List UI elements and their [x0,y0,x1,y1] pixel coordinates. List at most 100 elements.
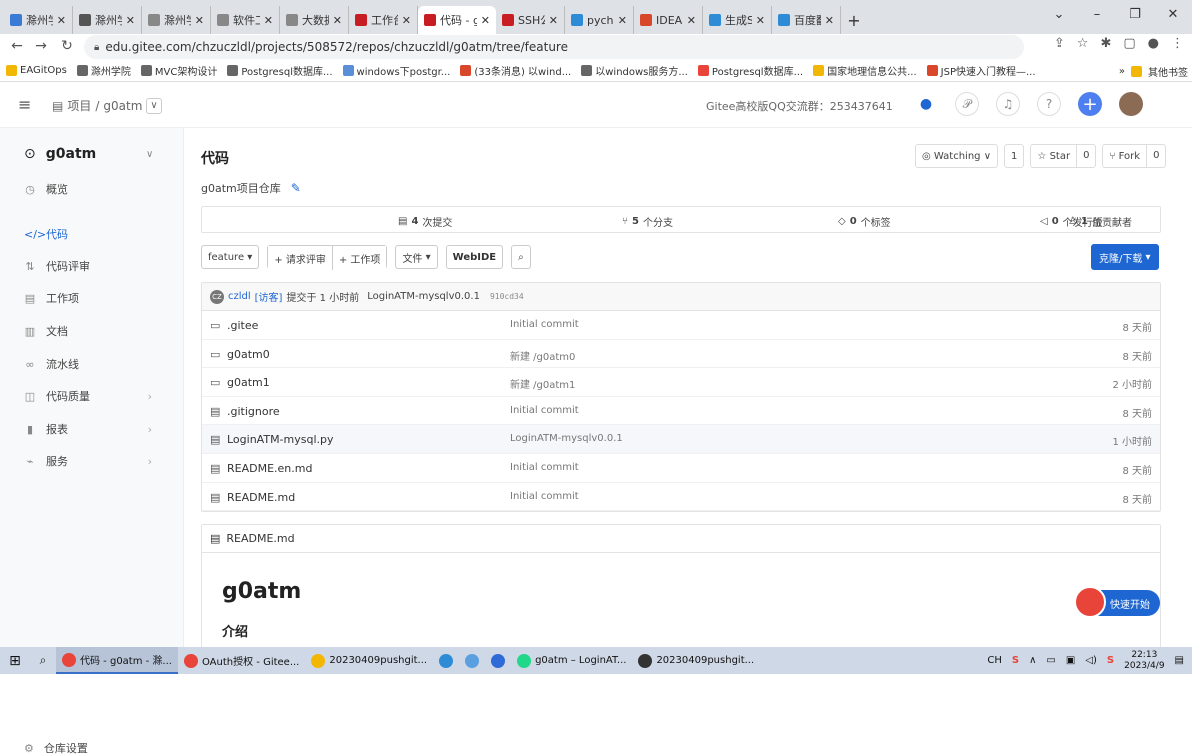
file-menu-button[interactable]: 文件 ▾ [395,245,438,269]
commit-author-avatar[interactable]: CZ [210,289,224,304]
sidebar-item[interactable]: ⇅ 代码评审 [24,256,174,276]
file-name[interactable]: .gitignore [227,405,280,418]
file-commit-message[interactable]: Initial commit [510,491,579,502]
system-clock[interactable]: 22:13 2023/4/9 [1124,650,1164,672]
file-name[interactable]: LoginATM-mysql.py [227,433,334,446]
tab-close-icon[interactable]: ✕ [402,14,411,27]
sidebar-item[interactable]: ◫ 代码质量 › [24,386,174,406]
other-bookmarks-button[interactable]: 其他书签 [1148,64,1188,79]
stat-contributors[interactable]: ♙ 1 位贡献者 [1068,214,1132,229]
tab-close-icon[interactable]: ✕ [195,14,204,27]
bookmark-item[interactable]: 滁州学院 [76,63,131,78]
file-commit-message[interactable]: LoginATM-mysqlv0.0.1 [510,433,623,444]
browser-tab[interactable]: 大数据可 ✕ [280,6,349,34]
bookmark-item[interactable]: (33条消息) 以wind... [460,63,571,78]
bookmark-item[interactable]: Postgresql数据库... [227,63,333,78]
file-commit-message[interactable]: Initial commit [510,405,579,416]
browser-tab[interactable]: 工作台 ✕ [349,6,418,34]
watching-button[interactable]: ◎ Watching ∨ [915,144,999,168]
browser-tab[interactable]: 软件工程 ✕ [211,6,280,34]
file-name[interactable]: README.md [227,491,295,504]
commit-author[interactable]: czldl [228,291,251,302]
tab-close-icon[interactable]: ✕ [549,14,558,27]
file-name[interactable]: g0atm0 [227,348,270,361]
webide-button[interactable]: WebIDE [445,245,504,269]
ime-indicator[interactable]: CH [987,655,1002,666]
file-name[interactable]: README.en.md [227,462,312,475]
fork-button[interactable]: ⑂ Fork 0 [1102,144,1167,168]
hamburger-menu-icon[interactable]: ≡ [18,95,31,114]
tab-close-icon[interactable]: ✕ [57,14,66,27]
sidebar-item[interactable]: ▮ 报表 › [24,419,174,439]
file-row[interactable]: ▤ README.md Initial commit 8 天前 [202,483,1160,512]
bookmark-item[interactable]: Postgresql数据库... [697,63,803,78]
sogou-tray-icon[interactable]: S [1107,655,1114,666]
browser-tab[interactable]: 滁州学院 ✕ [4,6,73,34]
browser-tab[interactable]: 生成SSH ✕ [703,6,772,34]
user-avatar[interactable] [1119,92,1143,116]
browser-tab[interactable]: 滁州学院 ✕ [73,6,142,34]
notifications-icon[interactable]: ▤ [1175,655,1184,666]
commit-message[interactable]: LoginATM-mysqlv0.0.1 [367,291,480,302]
file-row[interactable]: ▭ g0atm0 新建 /g0atm0 8 天前 [202,340,1160,369]
file-name[interactable]: g0atm1 [227,376,270,389]
taskbar-search-icon[interactable]: ⌕ [30,653,56,668]
taskbar-app[interactable] [485,647,511,674]
bookmark-item[interactable]: 国家地理信息公共... [813,63,917,78]
bookmark-star-icon[interactable]: ☆ [1077,36,1089,51]
file-row[interactable]: ▤ LoginATM-mysql.py LoginATM-mysqlv0.0.1 1 … [202,425,1160,454]
breadcrumb-repo[interactable]: g0atm [103,99,142,113]
forward-button[interactable]: → [30,38,52,54]
tray-expand-icon[interactable]: ∧ [1029,655,1036,666]
profile-icon[interactable]: ● [1148,36,1159,51]
windows-start-icon[interactable]: ⊞ [0,653,30,669]
bookmark-item[interactable]: 以windows服务方... [581,63,688,78]
file-commit-message[interactable]: Initial commit [510,462,579,473]
file-row[interactable]: ▭ .gitee Initial commit 8 天前 [202,311,1160,340]
create-plus-icon[interactable]: + [1078,92,1102,116]
notification-bell-icon[interactable]: ♫ [996,92,1020,116]
sidebar-item[interactable]: </> 代码 [24,224,174,244]
chevron-down-icon[interactable]: ∨ [146,149,153,160]
tab-close-icon[interactable]: ✕ [687,14,696,27]
file-row[interactable]: ▭ g0atm1 新建 /g0atm1 2 小时前 [202,368,1160,397]
taskbar-app[interactable]: 代码 - g0atm - 滁... [56,647,178,674]
network-icon[interactable]: ▭ [1046,655,1055,666]
tab-close-icon[interactable]: ✕ [756,14,765,27]
sidebar-item[interactable]: ⌁ 服务 › [24,451,174,471]
file-commit-message[interactable]: Initial commit [510,319,579,330]
url-field[interactable]: 🔒︎ edu.gitee.com/chzuczldl/projects/5085… [84,35,1024,59]
stat-branches[interactable]: ⑂ 5 个分支 [622,214,673,229]
breadcrumb-root[interactable]: 项目 [67,97,91,114]
browser-tab[interactable]: pycharm ✕ [565,6,634,34]
readme-filename[interactable]: README.md [226,532,294,545]
sidebar-item[interactable]: ◷ 概览 [24,179,174,199]
browser-tab[interactable]: 滁州学院 ✕ [142,6,211,34]
file-commit-message[interactable]: 新建 /g0atm0 [510,348,575,363]
tab-close-icon[interactable]: ✕ [126,14,135,27]
file-row[interactable]: ▤ README.en.md Initial commit 8 天前 [202,454,1160,483]
tab-close-icon[interactable]: ✕ [618,14,627,27]
tab-close-icon[interactable]: ✕ [481,14,490,27]
sidebar-item[interactable]: ▥ 文档 [24,321,174,341]
taskbar-app[interactable] [433,647,459,674]
watching-count[interactable]: 1 [1004,144,1025,168]
bookmark-item[interactable]: JSP快速入门教程—... [926,63,1036,78]
share-icon[interactable]: ⇪ [1054,36,1065,51]
new-tab-button[interactable]: + [841,6,867,34]
stat-commits[interactable]: ▤ 4 次提交 [398,214,452,229]
stat-tags[interactable]: ◇ 0 个标签 [838,214,891,229]
tab-close-icon[interactable]: ✕ [825,14,834,27]
sidepanel-icon[interactable]: ▢ [1123,36,1135,51]
display-icon[interactable]: ▣ [1066,655,1075,666]
sogou-icon[interactable]: S [1012,655,1019,666]
bookmark-item[interactable]: MVC架构设计 [140,63,217,78]
tab-close-icon[interactable]: ✕ [264,14,273,27]
new-work-item-button[interactable]: + 工作项 [331,246,387,270]
back-circle-icon[interactable]: ⊙ [24,146,36,162]
taskbar-app[interactable]: 20230409pushgit... [632,647,760,674]
reload-button[interactable]: ↻ [56,38,78,54]
branch-select[interactable]: feature ▾ [201,245,260,269]
browser-tab[interactable]: 百度翻译 ✕ [772,6,841,34]
new-review-button[interactable]: + 请求评审 [268,246,332,270]
